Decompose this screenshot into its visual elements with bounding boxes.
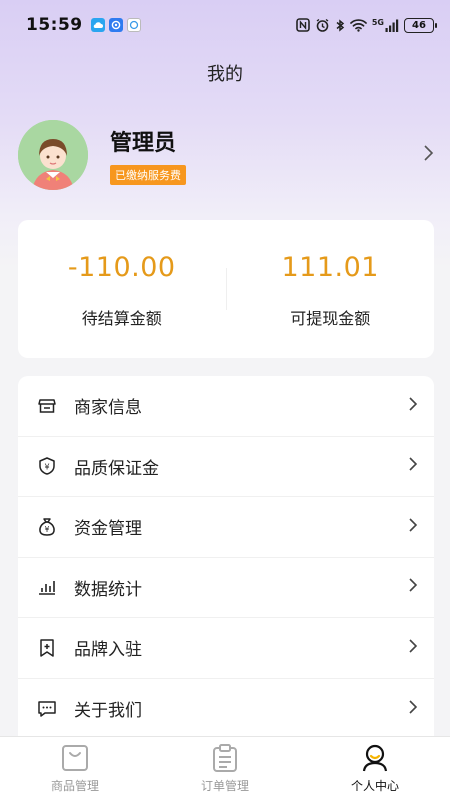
battery-icon: 46	[404, 17, 437, 33]
status-bar: 15:59 5G 46	[0, 0, 450, 50]
status-badge: 已缴纳服务费	[110, 165, 186, 185]
menu-item-about-us[interactable]: 关于我们	[18, 679, 434, 740]
chevron-right-icon	[408, 698, 418, 720]
menu-item-merchant-info[interactable]: 商家信息	[18, 376, 434, 437]
store-icon	[36, 395, 58, 417]
chevron-right-icon	[408, 576, 418, 598]
withdrawable-amount: 111.01	[281, 252, 379, 283]
menu-item-brand-entry[interactable]: 品牌入驻	[18, 618, 434, 679]
status-time: 15:59	[26, 15, 83, 35]
network-type: 5G	[371, 17, 384, 27]
shield-yen-icon: ¥	[36, 455, 58, 477]
chevron-right-icon	[408, 455, 418, 477]
withdrawable-balance[interactable]: 111.01 可提现金额	[227, 220, 435, 358]
menu-item-label: 数据统计	[74, 579, 142, 600]
avatar-illustration-icon	[18, 120, 88, 190]
menu-item-label: 关于我们	[74, 701, 142, 722]
bag-icon	[62, 745, 88, 771]
nfc-icon	[296, 18, 310, 32]
menu-item-label: 商家信息	[74, 398, 142, 419]
svg-text:¥: ¥	[44, 463, 49, 472]
tab-order-management[interactable]: 订单管理	[150, 737, 300, 800]
menu-item-label: 品牌入驻	[74, 640, 142, 661]
menu-list: 商家信息 ¥ 品质保证金 ¥ 资金管理 数据统计 品牌入驻 关于我们	[18, 376, 434, 739]
notification-icons	[90, 18, 141, 32]
tab-label: 个人中心	[350, 779, 399, 793]
chevron-right-icon	[408, 516, 418, 538]
clipboard-icon	[213, 744, 237, 772]
money-bag-icon: ¥	[36, 516, 58, 538]
menu-item-label: 品质保证金	[74, 458, 159, 479]
bluetooth-icon	[336, 18, 345, 32]
menu-item-data-statistics[interactable]: 数据统计	[18, 558, 434, 618]
profile-section[interactable]: 管理员 已缴纳服务费	[18, 120, 434, 190]
bottom-tab-bar: 商品管理 订单管理 个人中心	[0, 736, 450, 800]
bar-chart-icon	[36, 576, 58, 598]
signal-icon	[385, 19, 399, 32]
wifi-icon	[350, 19, 367, 32]
user-icon	[362, 744, 388, 772]
tab-personal-center[interactable]: 个人中心	[300, 737, 450, 800]
menu-item-fund-management[interactable]: ¥ 资金管理	[18, 497, 434, 558]
bookmark-add-icon	[36, 637, 58, 659]
avatar[interactable]	[18, 120, 88, 190]
svg-text:¥: ¥	[45, 525, 50, 534]
pending-label: 待结算金额	[81, 309, 162, 328]
chevron-right-icon[interactable]	[422, 143, 434, 167]
chevron-right-icon	[408, 395, 418, 417]
alarm-icon	[316, 18, 329, 32]
profile-info: 管理员 已缴纳服务费	[110, 125, 186, 185]
pending-balance[interactable]: -110.00 待结算金额	[18, 220, 226, 358]
chat-app-icon	[126, 18, 141, 32]
pending-amount: -110.00	[67, 252, 176, 283]
compass-app-icon	[108, 18, 123, 32]
menu-item-quality-deposit[interactable]: ¥ 品质保证金	[18, 437, 434, 497]
withdrawable-label: 可提现金额	[290, 309, 371, 328]
user-name: 管理员	[110, 131, 177, 156]
page-title: 我的	[207, 64, 243, 85]
menu-item-label: 资金管理	[74, 519, 142, 540]
tab-label: 商品管理	[50, 779, 99, 793]
tab-product-management[interactable]: 商品管理	[0, 737, 150, 800]
balance-card: -110.00 待结算金额 111.01 可提现金额	[18, 220, 434, 358]
chevron-right-icon	[408, 637, 418, 659]
system-status-icons: 5G 46	[296, 17, 437, 33]
message-dots-icon	[36, 698, 58, 720]
cloud-app-icon	[90, 18, 105, 32]
tab-label: 订单管理	[200, 779, 249, 793]
